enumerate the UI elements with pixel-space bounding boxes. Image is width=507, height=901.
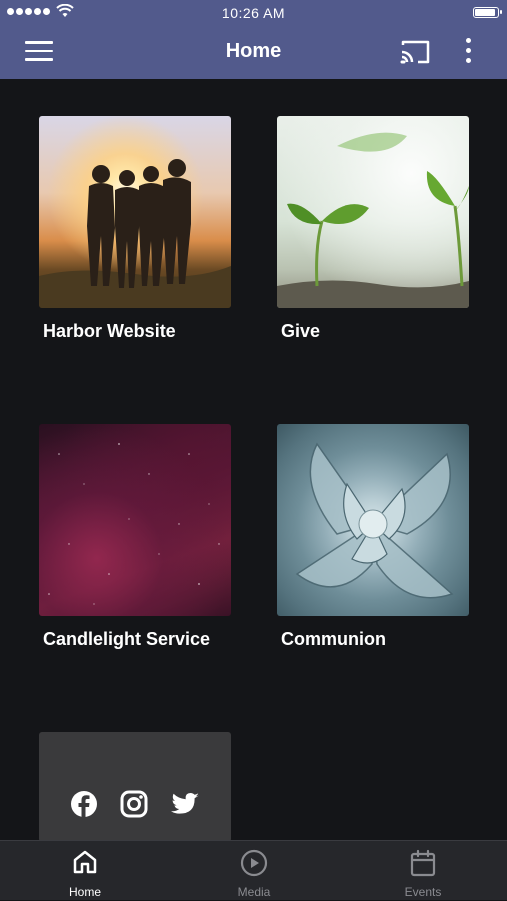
tab-label: Home: [68, 885, 101, 899]
battery-icon: [473, 7, 502, 18]
more-options-icon[interactable]: [460, 38, 476, 68]
tile-give[interactable]: Give: [277, 116, 469, 343]
tab-label: Media: [237, 885, 271, 899]
social-tile-background: [39, 732, 231, 842]
instagram-icon[interactable]: [120, 790, 148, 818]
tab-label: Events: [404, 885, 442, 899]
succulent-plant-image: [277, 424, 469, 616]
tab-home[interactable]: Home: [25, 841, 145, 901]
tile-label: Give: [281, 321, 321, 341]
starry-night-sky-image: [39, 424, 231, 616]
tile-label: Communion: [281, 629, 386, 649]
tile-label: Harbor Website: [43, 321, 176, 341]
tab-events[interactable]: Events: [363, 841, 483, 901]
play-icon: [240, 849, 268, 877]
calendar-icon: [410, 849, 436, 877]
tile-communion[interactable]: Communion: [277, 424, 469, 651]
tile-candlelight-service[interactable]: Candlelight Service: [39, 424, 231, 651]
bottom-tab-bar: Home Media Events: [0, 840, 507, 900]
tile-label: Candlelight Service: [43, 629, 211, 649]
status-bar: 10:26 AM: [0, 0, 507, 26]
app-header: Home: [0, 26, 507, 79]
facebook-icon[interactable]: [70, 790, 98, 818]
tile-harbor-website[interactable]: Harbor Website: [39, 116, 231, 343]
seedlings-image: [277, 116, 469, 308]
tile-social-links[interactable]: [39, 732, 231, 842]
home-icon: [73, 850, 97, 874]
status-time: 10:26 AM: [221, 5, 286, 21]
twitter-icon[interactable]: [170, 792, 200, 818]
people-at-sunset-image: [39, 116, 231, 308]
tab-media[interactable]: Media: [194, 841, 314, 901]
cast-icon[interactable]: [399, 39, 431, 65]
